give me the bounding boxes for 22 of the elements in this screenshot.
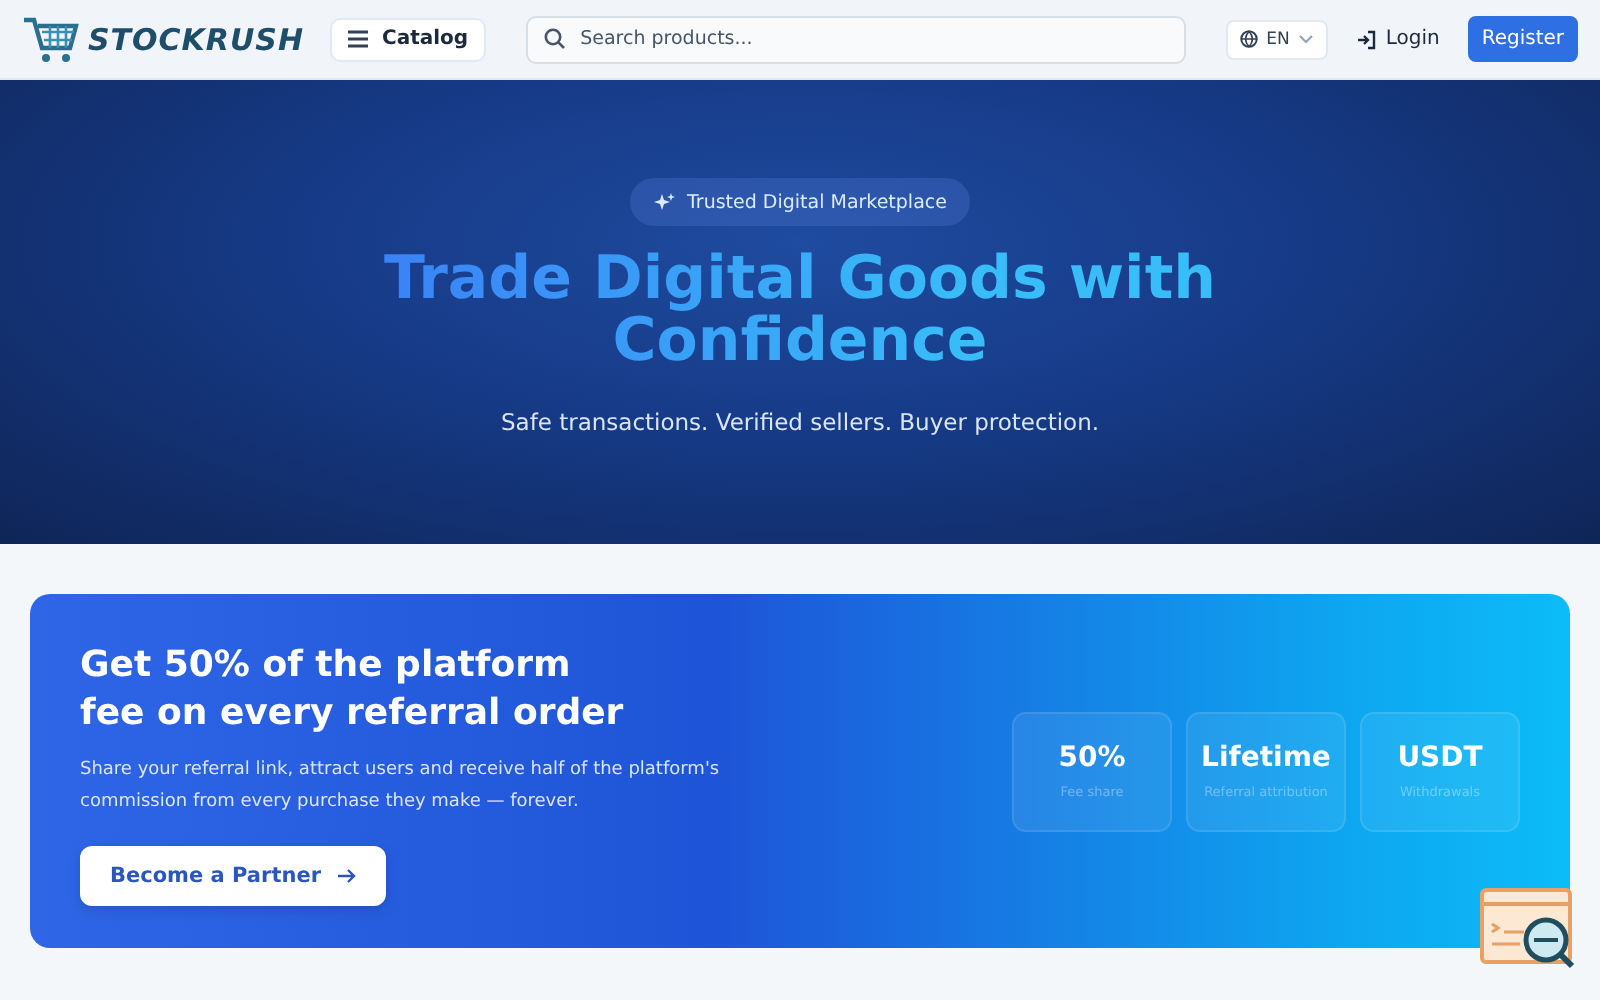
- referral-title: Get 50% of the platform fee on every referral order: [80, 642, 626, 738]
- stat-value: Lifetime: [1201, 742, 1331, 774]
- arrow-right-icon: [337, 868, 355, 884]
- hero-subtitle: Safe transactions. Verified sellers. Buyer protection.: [500, 408, 1100, 436]
- chevron-down-icon: [1297, 34, 1314, 44]
- catalog-button[interactable]: Catalog: [330, 17, 487, 61]
- search-icon: [544, 28, 567, 50]
- stat-value: USDT: [1397, 742, 1483, 774]
- referral-description: Share your referral link, attract users and receive half of the platform's commission from every purchase they make — forever.: [80, 758, 722, 816]
- stat-value: 50%: [1058, 742, 1126, 774]
- language-selector[interactable]: EN: [1226, 19, 1328, 59]
- login-icon: [1355, 29, 1376, 49]
- login-button[interactable]: Login: [1347, 28, 1448, 50]
- hero-badge: Trusted Digital Marketplace: [629, 178, 971, 226]
- logo-text[interactable]: STOCKRUSH: [88, 21, 305, 57]
- cart-icon: [22, 13, 82, 65]
- sparkles-icon: [653, 191, 676, 213]
- menu-icon: [348, 30, 369, 48]
- search-field[interactable]: Search products...: [526, 15, 1187, 63]
- globe-icon: [1240, 30, 1259, 48]
- register-button[interactable]: Register: [1467, 16, 1578, 62]
- partner-button[interactable]: Become a Partner: [80, 846, 385, 906]
